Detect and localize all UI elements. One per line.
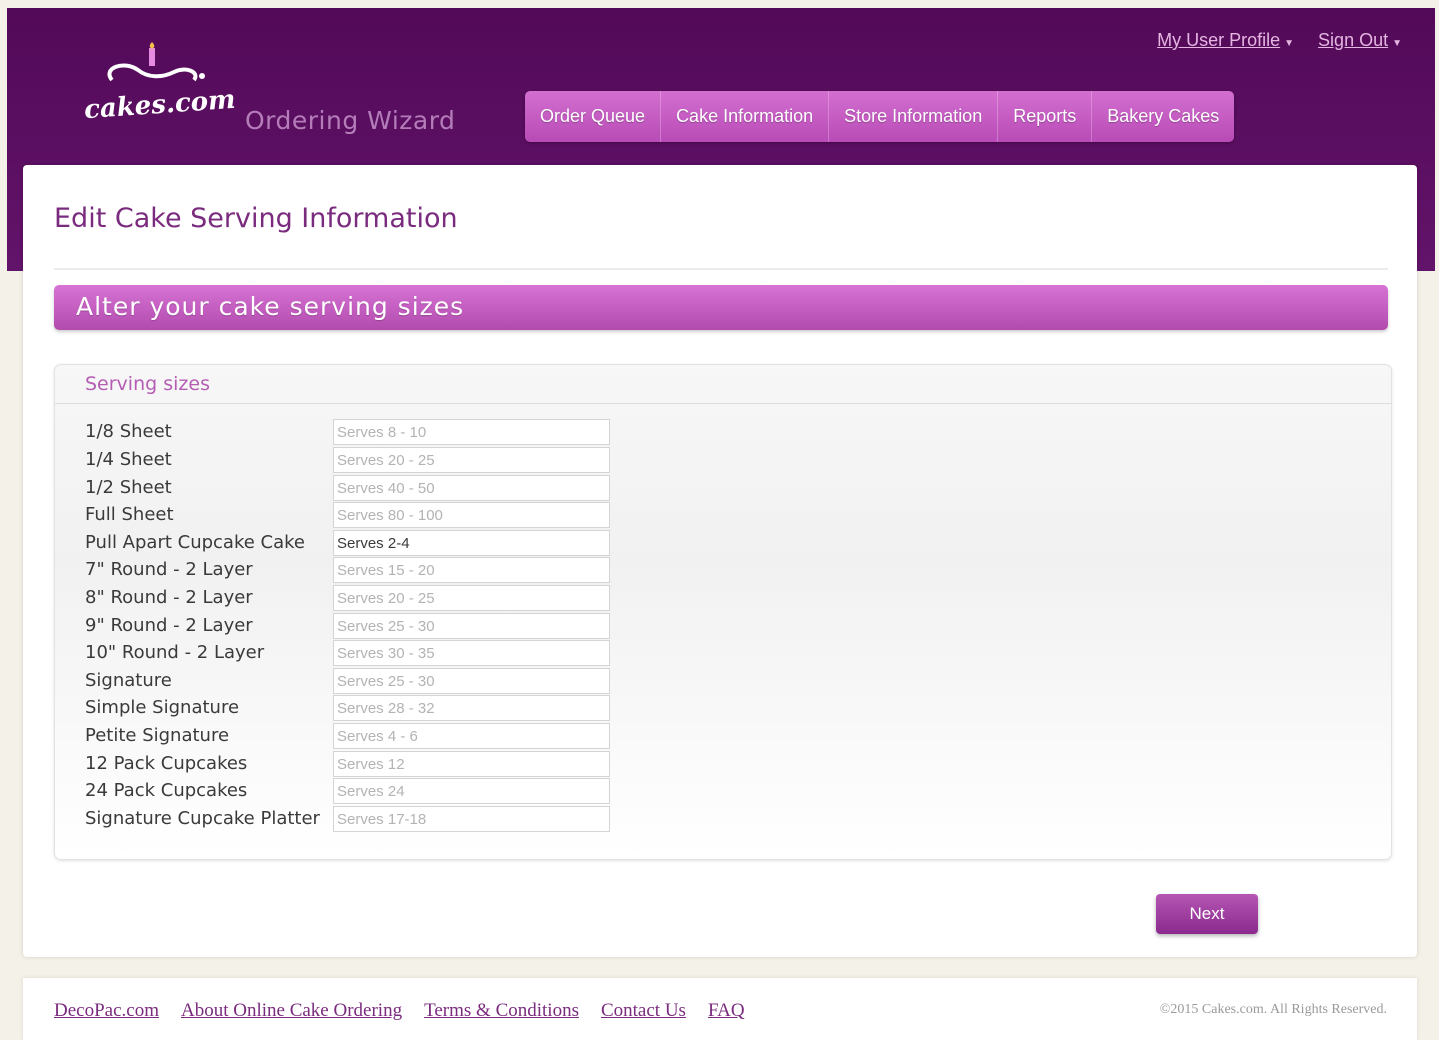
- caret-down-icon: ▼: [1392, 38, 1402, 49]
- serving-label: Signature: [85, 670, 172, 691]
- footer-link-terms[interactable]: Terms & Conditions: [424, 1000, 579, 1022]
- serving-label: Petite Signature: [85, 725, 230, 746]
- serving-input[interactable]: [333, 447, 610, 473]
- nav-order-queue[interactable]: Order Queue: [525, 91, 662, 142]
- panel-title: Serving sizes: [85, 373, 210, 395]
- panel-header: Serving sizes: [55, 365, 1391, 404]
- footer-link-contact[interactable]: Contact Us: [601, 1000, 686, 1022]
- serving-label: Signature Cupcake Platter: [85, 808, 320, 829]
- serving-input[interactable]: [333, 613, 610, 639]
- serving-input[interactable]: [333, 668, 610, 694]
- footer-links: DecoPac.com About Online Cake Ordering T…: [54, 1000, 745, 1022]
- serving-input[interactable]: [333, 557, 610, 583]
- serving-input[interactable]: [333, 695, 610, 721]
- app-name: Ordering Wizard: [245, 106, 456, 135]
- serving-label: 24 Pack Cupcakes: [85, 780, 248, 801]
- serving-label: 10" Round - 2 Layer: [85, 642, 265, 663]
- serving-label: Full Sheet: [85, 504, 174, 525]
- serving-label: 1/8 Sheet: [85, 421, 172, 442]
- nav-cake-information[interactable]: Cake Information: [661, 91, 830, 142]
- user-menu: My User Profile ▼ Sign Out ▼: [1157, 30, 1402, 51]
- serving-input[interactable]: [333, 502, 610, 528]
- profile-label: My User Profile: [1157, 30, 1281, 50]
- serving-input[interactable]: [333, 475, 610, 501]
- cakes-logo[interactable]: cakes.com: [82, 42, 236, 142]
- serving-input[interactable]: [333, 806, 610, 832]
- caret-down-icon: ▼: [1284, 38, 1295, 49]
- serving-label: 1/4 Sheet: [85, 449, 172, 470]
- serving-input[interactable]: [333, 751, 610, 777]
- serving-label: 12 Pack Cupcakes: [85, 753, 248, 774]
- sign-out-label: Sign Out: [1318, 30, 1389, 50]
- footer-link-decopac[interactable]: DecoPac.com: [54, 1000, 159, 1022]
- footer-link-about[interactable]: About Online Cake Ordering: [181, 1000, 402, 1022]
- main-content: Edit Cake Serving Information Alter your…: [23, 165, 1417, 957]
- serving-input[interactable]: [333, 778, 610, 804]
- footer: DecoPac.com About Online Cake Ordering T…: [23, 978, 1417, 1040]
- serving-label: Pull Apart Cupcake Cake: [85, 532, 305, 553]
- serving-input[interactable]: [333, 640, 610, 666]
- next-button[interactable]: Next: [1156, 894, 1258, 934]
- footer-link-faq[interactable]: FAQ: [708, 1000, 745, 1022]
- banner-text: Alter your cake serving sizes: [76, 292, 465, 321]
- nav-reports[interactable]: Reports: [998, 91, 1093, 142]
- serving-label: 1/2 Sheet: [85, 477, 172, 498]
- serving-label: 8" Round - 2 Layer: [85, 587, 253, 608]
- serving-input[interactable]: [333, 419, 610, 445]
- serving-input[interactable]: [333, 723, 610, 749]
- page-title: Edit Cake Serving Information: [54, 203, 458, 234]
- nav-store-information[interactable]: Store Information: [829, 91, 999, 142]
- serving-input[interactable]: [333, 585, 610, 611]
- serving-label: Simple Signature: [85, 697, 240, 718]
- my-user-profile-link[interactable]: My User Profile ▼: [1157, 30, 1294, 51]
- nav-bakery-cakes[interactable]: Bakery Cakes: [1092, 91, 1234, 142]
- serving-sizes-panel: Serving sizes 1/8 Sheet 1/4 Sheet 1/2 Sh…: [54, 364, 1392, 860]
- serving-input[interactable]: [333, 530, 610, 556]
- serving-label: 9" Round - 2 Layer: [85, 615, 253, 636]
- serving-label: 7" Round - 2 Layer: [85, 559, 253, 580]
- section-banner: Alter your cake serving sizes: [54, 285, 1388, 330]
- copyright: ©2015 Cakes.com. All Rights Reserved.: [1159, 1002, 1387, 1017]
- main-nav: Order Queue Cake Information Store Infor…: [525, 91, 1235, 142]
- sign-out-link[interactable]: Sign Out ▼: [1318, 30, 1402, 51]
- divider: [54, 268, 1388, 270]
